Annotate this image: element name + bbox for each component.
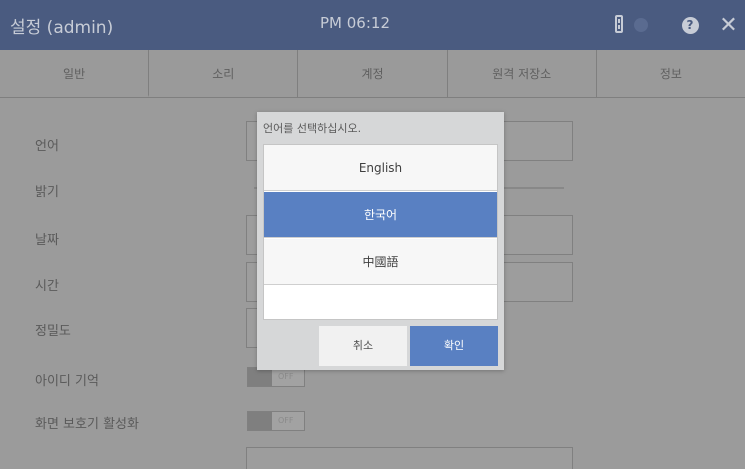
screensaver-field[interactable]: [246, 447, 573, 469]
language-option-english[interactable]: English: [264, 145, 497, 191]
tab-general[interactable]: 일반: [0, 50, 150, 97]
toggle-state-text: OFF: [278, 372, 294, 381]
time-label: 시간: [35, 279, 59, 294]
remember-id-toggle[interactable]: OFF: [247, 367, 305, 387]
app-title: 설정 (admin): [10, 18, 114, 38]
toggle-knob: [248, 412, 272, 430]
tab-bar: 일반 소리 계정 원격 저장소 정보: [0, 50, 745, 98]
tab-account[interactable]: 계정: [298, 50, 448, 97]
tab-remote-storage[interactable]: 원격 저장소: [448, 50, 597, 97]
clock: PM 06:12: [320, 14, 390, 32]
dialog-title: 언어를 선택하십시오.: [263, 122, 362, 135]
screensaver-toggle[interactable]: OFF: [247, 411, 305, 431]
language-list: English 한국어 中國語: [263, 144, 498, 320]
status-dot-icon: [634, 18, 648, 32]
language-dialog: 언어를 선택하십시오. English 한국어 中國語 취소 확인: [257, 112, 504, 370]
cancel-button[interactable]: 취소: [319, 326, 407, 366]
tab-info[interactable]: 정보: [597, 50, 745, 97]
brightness-label: 밝기: [35, 185, 59, 200]
precision-label: 정밀도: [35, 324, 71, 339]
title-bar: 설정 (admin) PM 06:12 ? ✕: [0, 0, 745, 50]
battery-icon: [615, 15, 623, 33]
ok-button[interactable]: 확인: [410, 326, 498, 366]
help-icon: ?: [681, 16, 699, 34]
language-option-chinese[interactable]: 中國語: [264, 239, 497, 285]
language-label: 언어: [35, 139, 59, 154]
tab-sound[interactable]: 소리: [149, 50, 299, 97]
date-label: 날짜: [35, 233, 59, 248]
toggle-knob: [248, 368, 272, 386]
close-button[interactable]: ✕: [712, 0, 745, 50]
language-option-korean[interactable]: 한국어: [264, 192, 497, 238]
screensaver-label: 화면 보호기 활성화: [35, 417, 139, 432]
help-button[interactable]: ?: [668, 0, 712, 50]
toggle-state-text: OFF: [278, 416, 294, 425]
remember-id-label: 아이디 기억: [35, 374, 99, 389]
